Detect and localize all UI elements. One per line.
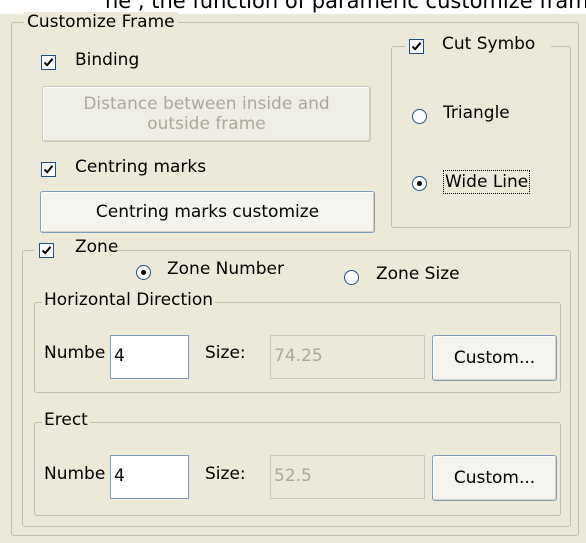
radio-dot-icon [141, 270, 146, 275]
wide-line-label: Wide Line [442, 170, 531, 194]
zone-number-radio[interactable] [136, 265, 151, 280]
triangle-label: Triangle [443, 103, 510, 123]
centring-marks-checkbox[interactable] [41, 162, 56, 177]
cut-symbol-group [391, 46, 571, 228]
check-icon [41, 246, 52, 255]
horizontal-custom-button[interactable]: Custom... [432, 335, 557, 381]
horizontal-number-label: Numbe [44, 343, 106, 363]
distance-between-frames-button[interactable]: Distance between inside and outside fram… [42, 86, 371, 142]
horizontal-size-input[interactable]: 74.25 [270, 335, 425, 379]
check-icon [43, 58, 54, 67]
cut-symbol-checkbox[interactable] [409, 39, 424, 54]
centring-marks-customize-button[interactable]: Centring marks customize [40, 191, 375, 233]
centring-marks-label: Centring marks [75, 157, 207, 177]
erect-size-input[interactable]: 52.5 [270, 455, 425, 499]
zone-label: Zone [75, 237, 119, 257]
erect-size-label: Size: [205, 464, 246, 484]
binding-label: Binding [75, 50, 140, 70]
erect-number-input[interactable]: 4 [110, 455, 189, 499]
check-icon [43, 165, 54, 174]
binding-checkbox[interactable] [41, 55, 56, 70]
wide-line-radio[interactable] [412, 176, 427, 191]
zone-checkbox[interactable] [39, 243, 54, 258]
cut-symbol-label: Cut Symbo [442, 34, 536, 54]
horizontal-number-input[interactable]: 4 [110, 335, 189, 379]
erect-title: Erect [42, 410, 90, 430]
triangle-radio[interactable] [412, 109, 427, 124]
horizontal-direction-title: Horizontal Direction [42, 290, 216, 310]
zone-number-label: Zone Number [167, 259, 284, 279]
erect-number-label: Numbe [44, 464, 106, 484]
zone-size-label: Zone Size [376, 264, 460, 284]
check-icon [411, 42, 422, 51]
zone-size-radio[interactable] [344, 270, 359, 285]
erect-custom-button[interactable]: Custom... [432, 455, 557, 501]
customize-frame-title: Customize Frame [24, 12, 178, 32]
radio-dot-icon [417, 181, 422, 186]
horizontal-size-label: Size: [205, 343, 246, 363]
